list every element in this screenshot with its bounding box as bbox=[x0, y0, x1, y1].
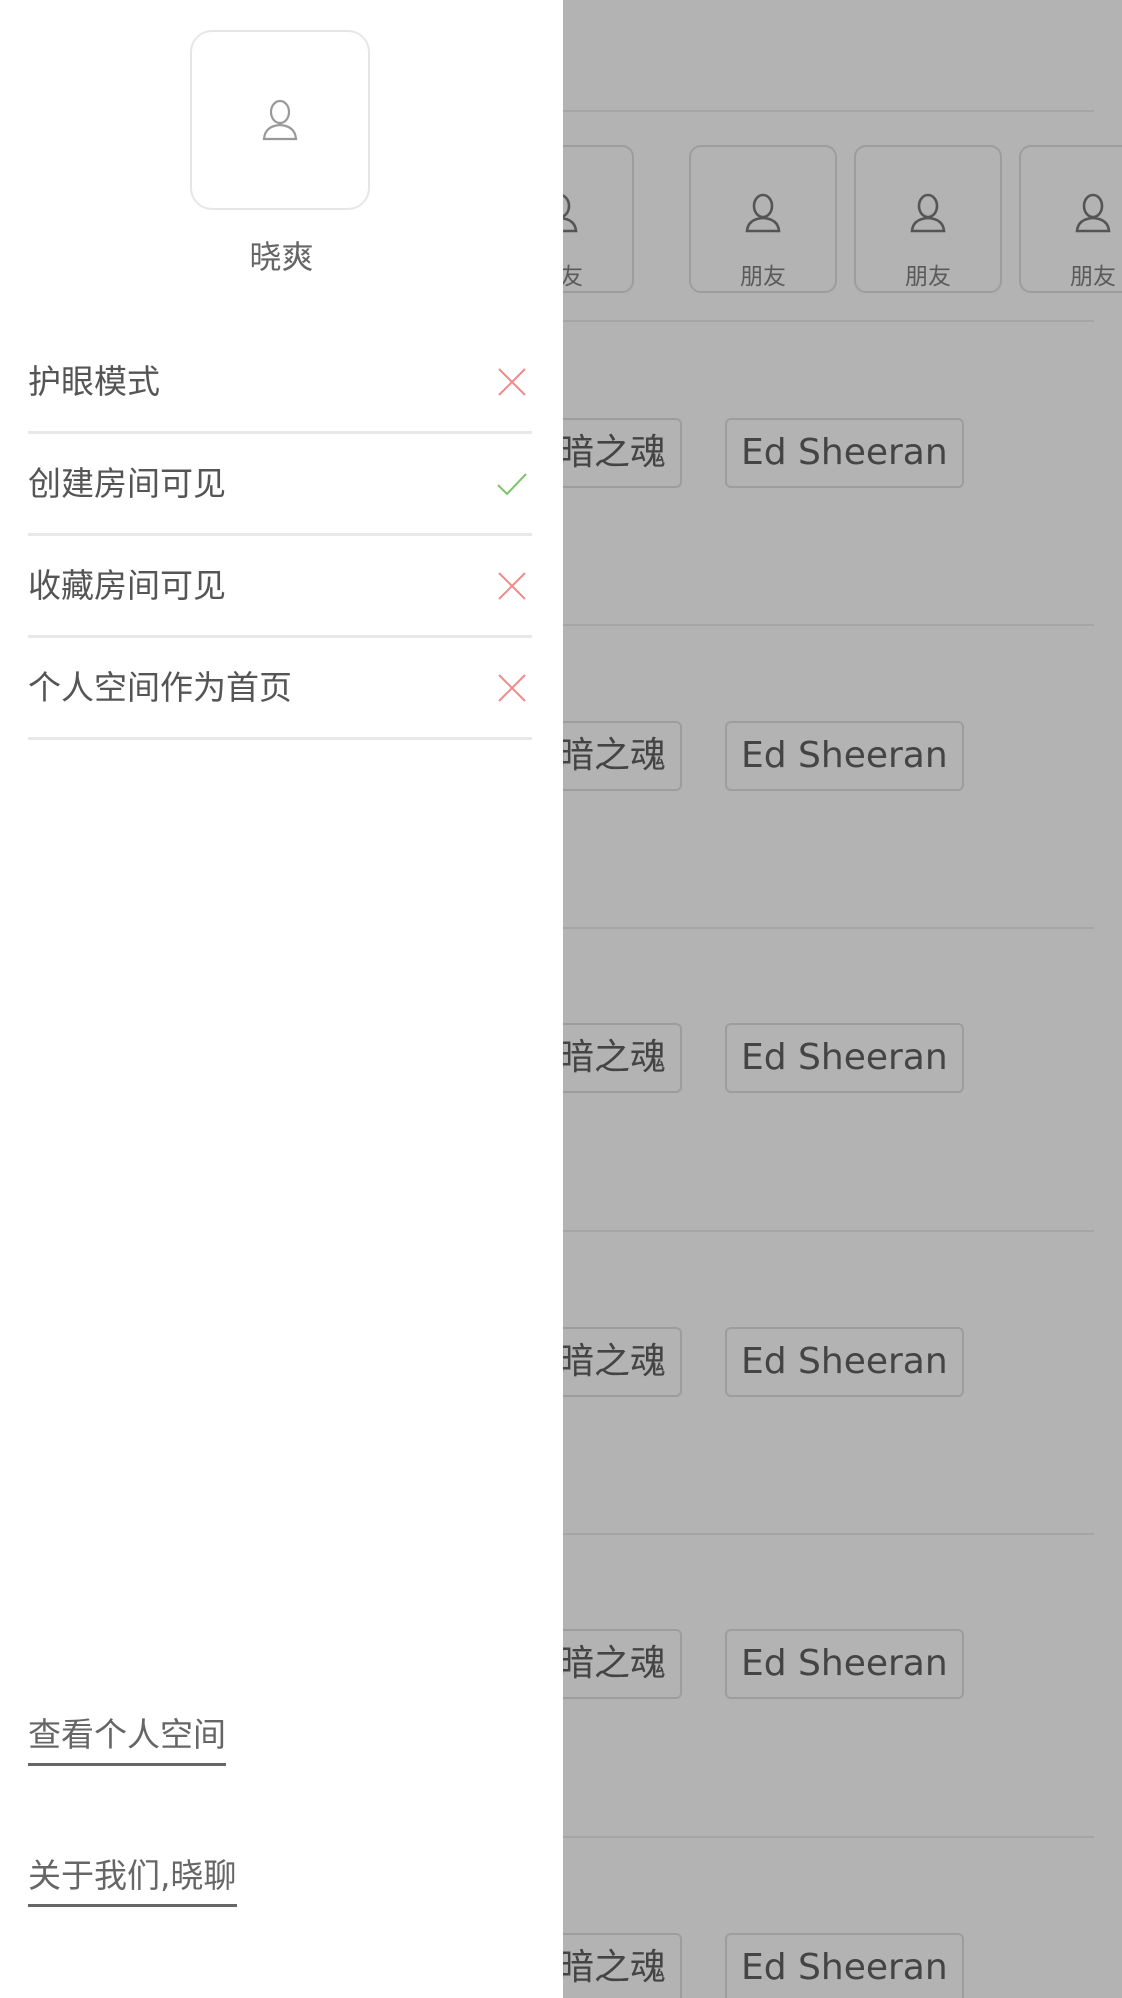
friend-card[interactable]: 朋友 bbox=[1019, 145, 1122, 293]
friend-label: 朋友 bbox=[905, 264, 951, 290]
user-icon bbox=[910, 193, 946, 233]
view-personal-space-link[interactable]: 查看个人空间 bbox=[28, 1715, 226, 1766]
friend-label: 朋友 bbox=[1070, 264, 1116, 290]
friend-card[interactable]: 朋友 bbox=[689, 145, 837, 293]
room-tag[interactable]: Ed Sheeran bbox=[725, 721, 964, 791]
room-tag[interactable]: Ed Sheeran bbox=[725, 1629, 964, 1699]
user-icon bbox=[262, 99, 298, 141]
setting-label: 创建房间可见 bbox=[28, 464, 226, 503]
room-tag[interactable]: Ed Sheeran bbox=[725, 1933, 964, 1998]
setting-eye-care[interactable]: 护眼模式 bbox=[28, 332, 532, 434]
setting-label: 个人空间作为首页 bbox=[28, 668, 292, 707]
about-us-link[interactable]: 关于我们,晓聊 bbox=[28, 1856, 237, 1907]
side-drawer: 晓爽 护眼模式 创建房间可见 收藏房间可见 个人空间作为首页 查看个人空间 关于… bbox=[0, 0, 563, 1998]
room-tag[interactable]: Ed Sheeran bbox=[725, 1023, 964, 1093]
setting-label: 收藏房间可见 bbox=[28, 566, 226, 605]
avatar[interactable] bbox=[190, 30, 370, 210]
settings-list: 护眼模式 创建房间可见 收藏房间可见 个人空间作为首页 bbox=[28, 332, 532, 740]
username: 晓爽 bbox=[249, 238, 314, 276]
setting-label: 护眼模式 bbox=[28, 362, 160, 401]
friend-label: 朋友 bbox=[740, 264, 786, 290]
setting-created-rooms-visible[interactable]: 创建房间可见 bbox=[28, 434, 532, 536]
setting-favorite-rooms-visible[interactable]: 收藏房间可见 bbox=[28, 536, 532, 638]
room-tag[interactable]: Ed Sheeran bbox=[725, 418, 964, 488]
check-icon[interactable] bbox=[496, 468, 528, 500]
user-icon bbox=[1075, 193, 1111, 233]
cross-icon[interactable] bbox=[496, 672, 528, 704]
cross-icon[interactable] bbox=[496, 366, 528, 398]
setting-space-as-home[interactable]: 个人空间作为首页 bbox=[28, 638, 532, 740]
cross-icon[interactable] bbox=[496, 570, 528, 602]
user-icon bbox=[745, 193, 781, 233]
room-tag[interactable]: Ed Sheeran bbox=[725, 1327, 964, 1397]
friend-card[interactable]: 朋友 bbox=[854, 145, 1002, 293]
